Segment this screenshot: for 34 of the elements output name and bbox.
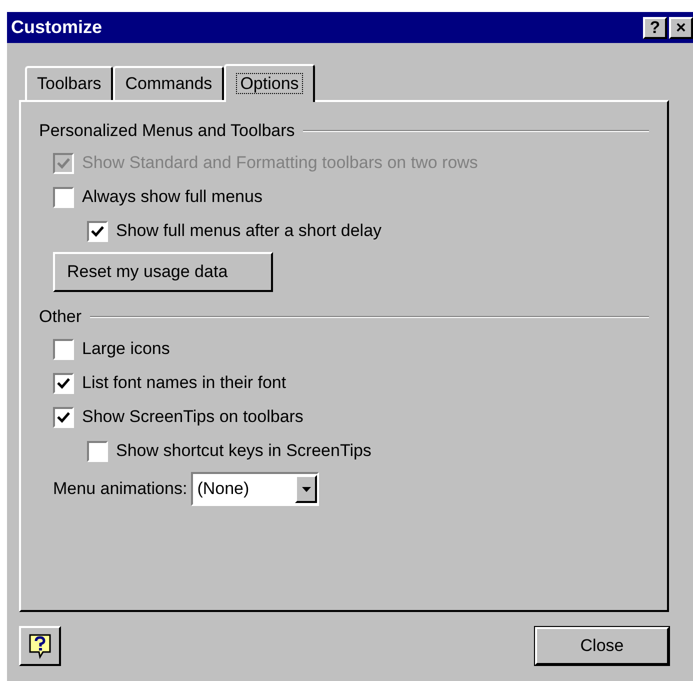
help-bubble-icon	[28, 633, 52, 659]
checkbox-label: Show ScreenTips on toolbars	[82, 406, 304, 428]
close-button[interactable]: ×	[669, 16, 693, 38]
checkbox[interactable]	[53, 406, 74, 428]
caret-icon	[302, 486, 311, 492]
section-title: Personalized Menus and Toolbars	[39, 120, 295, 142]
checkmark-icon	[91, 226, 104, 236]
checkmark-icon	[57, 412, 70, 422]
dropdown-arrow-button[interactable]	[295, 475, 318, 503]
checkbox[interactable]	[53, 338, 74, 360]
section-title: Other	[39, 306, 82, 328]
tab[interactable]: Options	[224, 64, 315, 102]
dropdown-label: Menu animations:	[53, 478, 188, 500]
tab[interactable]: Toolbars	[25, 66, 114, 100]
checkbox[interactable]	[87, 440, 108, 462]
checkbox-label: Show Standard and Formatting toolbars on two rows	[82, 152, 478, 174]
checkmark-icon	[57, 158, 70, 168]
checkbox[interactable]	[53, 186, 74, 208]
checkbox-label: Show shortcut keys in ScreenTips	[116, 440, 372, 462]
checkbox[interactable]	[87, 220, 108, 242]
help-icon-button[interactable]	[19, 626, 61, 666]
dropdown-value: (None)	[196, 478, 250, 500]
checkbox-label: Always show full menus	[82, 186, 262, 208]
reset-button[interactable]: Reset my usage data	[53, 252, 273, 292]
checkbox[interactable]	[53, 372, 74, 394]
close-dialog-button[interactable]: Close	[535, 627, 669, 665]
checkbox-label: Show full menus after a short delay	[116, 220, 382, 242]
dropdown-field[interactable]: (None)	[191, 472, 320, 506]
checkbox-label: List font names in their font	[82, 372, 286, 394]
checkbox-label: Large icons	[82, 338, 170, 360]
checkmark-icon	[57, 378, 70, 388]
window-title: Customize	[11, 16, 102, 39]
help-button[interactable]: ?	[643, 16, 667, 38]
tab[interactable]: Commands	[113, 66, 224, 100]
